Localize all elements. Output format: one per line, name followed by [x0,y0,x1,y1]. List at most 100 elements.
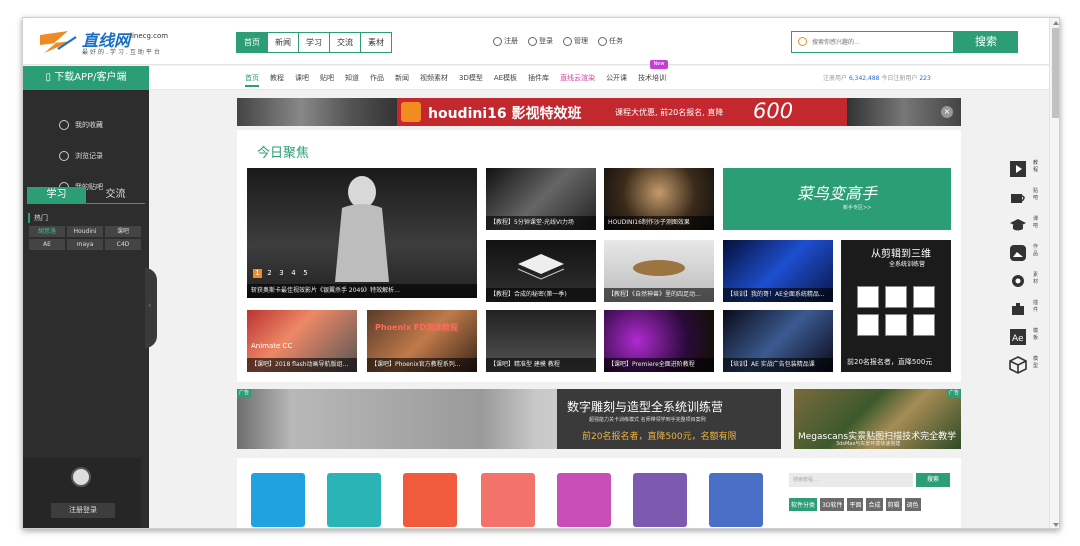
category-search-button[interactable]: 搜索 [916,473,950,487]
building-category-icon[interactable] [557,473,611,527]
manage-link[interactable]: 管理 [563,36,588,46]
search-button[interactable]: 搜索 [954,31,1018,53]
editing-3d-promo[interactable]: 从剪辑到三维 全系统训练营 前20名报名者，直降500元 [841,240,951,372]
tag-item[interactable]: AE [29,239,65,250]
tag-item[interactable]: maya [67,239,103,250]
tab-editing[interactable]: 剪辑 [885,498,902,511]
tab-graphic[interactable]: 平面 [847,498,864,511]
subnav-3d-models[interactable]: 3D模型 [459,73,483,87]
tile-card[interactable]: 【培训】AE 实战广告包装精品课 [723,310,833,372]
sidebar-favorites[interactable]: 我的收藏 [59,120,103,130]
tab-learn[interactable]: 学习 [27,187,86,203]
slide-dot[interactable]: 4 [289,269,298,278]
task-link[interactable]: 任务 [598,36,623,46]
gamepad-category-icon[interactable] [403,473,457,527]
tile-card[interactable]: HOUDINI16制作沙子测图效果 [604,168,714,230]
topnav-assets[interactable]: 素材 [361,33,391,52]
search-input[interactable] [812,36,947,49]
quicknav-templates[interactable]: Ae 模板 [1005,326,1045,348]
subnav-courses[interactable]: 课吧 [295,73,309,87]
tab-grading[interactable]: 调色 [904,498,921,511]
subnav-works[interactable]: 作品 [370,73,384,87]
sidebar-collapse-handle[interactable] [145,268,157,348]
sculpt-training-ad[interactable]: 广告 数字雕刻与造型全系统训练营 超强能力关卡训练模式 名师带领学到手完整项目案… [237,389,781,449]
museum-category-icon[interactable] [633,473,687,527]
banner-art-left [237,98,397,126]
box-category-icon[interactable] [709,473,763,527]
document-category-icon[interactable] [481,473,535,527]
newbie-title: 菜鸟变高手 [797,184,878,203]
quicknav-works[interactable]: 作品 [1005,242,1045,264]
slide-dot[interactable]: 2 [265,269,274,278]
quicknav-assets[interactable]: 素材 [1005,270,1045,292]
slide-dot[interactable]: 1 [253,269,262,278]
register-login-button[interactable]: 注册登录 [51,503,115,518]
tile-card[interactable]: 【课吧】Premiere全面进阶教程 [604,310,714,372]
category-search-input[interactable]: 搜索教程... [789,473,913,487]
subnav-home[interactable]: 首页 [245,73,259,87]
tile-caption: 【培训】我的哥！AE全面系统精品... [723,288,833,302]
topnav-community[interactable]: 交流 [330,33,361,52]
avatar[interactable] [71,467,91,487]
tile-card[interactable]: Phoenix FD流体教程 【课吧】Phoenix官方教程系列... [367,310,477,372]
subnav-qa[interactable]: 知道 [345,73,359,87]
clapper-category-icon[interactable] [251,473,305,527]
tile-card[interactable]: 【教程】合成的秘密(第一季) [486,240,596,302]
subnav-tutorials[interactable]: 教程 [270,73,284,87]
tag-item[interactable]: 课吧 [105,226,141,237]
download-app-button[interactable]: ▯ 下载APP/客户端 [23,66,149,90]
hot-label: 热门 [28,213,48,223]
topnav-home[interactable]: 首页 [237,33,268,52]
site-logo[interactable]: 直线网 linecg.com 最好的.学习.互助平台 [38,27,188,59]
tab-composite[interactable]: 合成 [866,498,883,511]
subnav-plugins[interactable]: 插件库 [528,73,549,87]
subnav-cloud-render[interactable]: 直线云渲染 [560,73,595,87]
quicknav-courses[interactable]: 课吧 [1005,214,1045,236]
tile-caption: 【教程】合成的秘密(第一季) [486,288,596,302]
quicknav-models[interactable]: 模型 [1005,354,1045,376]
subnav-open-class[interactable]: 公开课 [606,73,627,87]
tile-card[interactable]: 【课吧】精准型 建模 教程 [486,310,596,372]
today-prefix: 今日注册用户 [881,75,918,82]
newbie-promo[interactable]: 菜鸟变高手 新手专区>> [723,168,951,230]
tile-card[interactable]: 【教程】5分钟课堂-光线VI力场 [486,168,596,230]
tile-card[interactable]: Animate CC 【课吧】2018 flash动画导航版组... [247,310,357,372]
slide-dot[interactable]: 3 [277,269,286,278]
tab-software[interactable]: 软件分类 [789,498,818,511]
tab-community[interactable]: 交流 [86,187,145,203]
subnav-ae-templates[interactable]: AE模板 [494,73,517,87]
subnav-video-assets[interactable]: 视频素材 [420,73,448,87]
ad-panel: 数字雕刻与造型全系统训练营 超强能力关卡训练模式 名师带领学到手完整项目案例 前… [557,389,781,449]
quicknav-plugins[interactable]: 插件 [1005,298,1045,320]
cube-icon [1009,356,1027,374]
vertical-scrollbar[interactable] [1049,18,1059,528]
topnav-news[interactable]: 新闻 [268,33,299,52]
tag-item[interactable]: C4D [105,239,141,250]
tag-item[interactable]: 胡思洛 [29,226,65,237]
scroll-thumb[interactable] [1052,28,1059,118]
palette-category-icon[interactable] [327,473,381,527]
course-banner[interactable]: houdini16 影视特效班 课程大优惠, 前20名报名, 直降 600 × [237,98,961,126]
manage-icon [563,36,572,46]
subnav-training[interactable]: 技术培训 [638,73,666,87]
quicknav-tutorials[interactable]: 教程 [1005,158,1045,180]
register-link[interactable]: 注册 [493,36,518,46]
subnav-news[interactable]: 新闻 [395,73,409,87]
scroll-up-icon[interactable] [1053,21,1059,25]
quicknav-label: 作品 [1033,244,1039,257]
topnav-learn[interactable]: 学习 [299,33,330,52]
megascans-ad[interactable]: 广告 Megascans实景贴图扫描技术完全教学 3dsMax与实景环境快速搭建 [794,389,961,449]
scroll-down-icon[interactable] [1053,523,1059,527]
tile-card[interactable]: 【教程】《自然神兽》里的四足动... [604,240,714,302]
tag-item[interactable]: Houdini [67,226,103,237]
slide-dot[interactable]: 5 [301,269,310,278]
subnav-forum[interactable]: 贴吧 [320,73,334,87]
hero-slide[interactable]: 1 2 3 4 5 斩获奥斯卡最佳视效影片《银翼杀手 2049》特效解析... [247,168,477,298]
quicknav-forum[interactable]: 贴吧 [1005,186,1045,208]
login-link[interactable]: 登录 [528,36,553,46]
sidebar-history[interactable]: 浏览记录 [59,151,103,161]
sub-nav: 首页 教程 课吧 贴吧 知道 作品 新闻 视频素材 3D模型 AE模板 插件库 … [245,73,666,87]
tab-3d[interactable]: 3D软件 [820,498,845,511]
tile-card[interactable]: 【培训】我的哥！AE全面系统精品... [723,240,833,302]
banner-close-button[interactable]: × [941,106,953,118]
